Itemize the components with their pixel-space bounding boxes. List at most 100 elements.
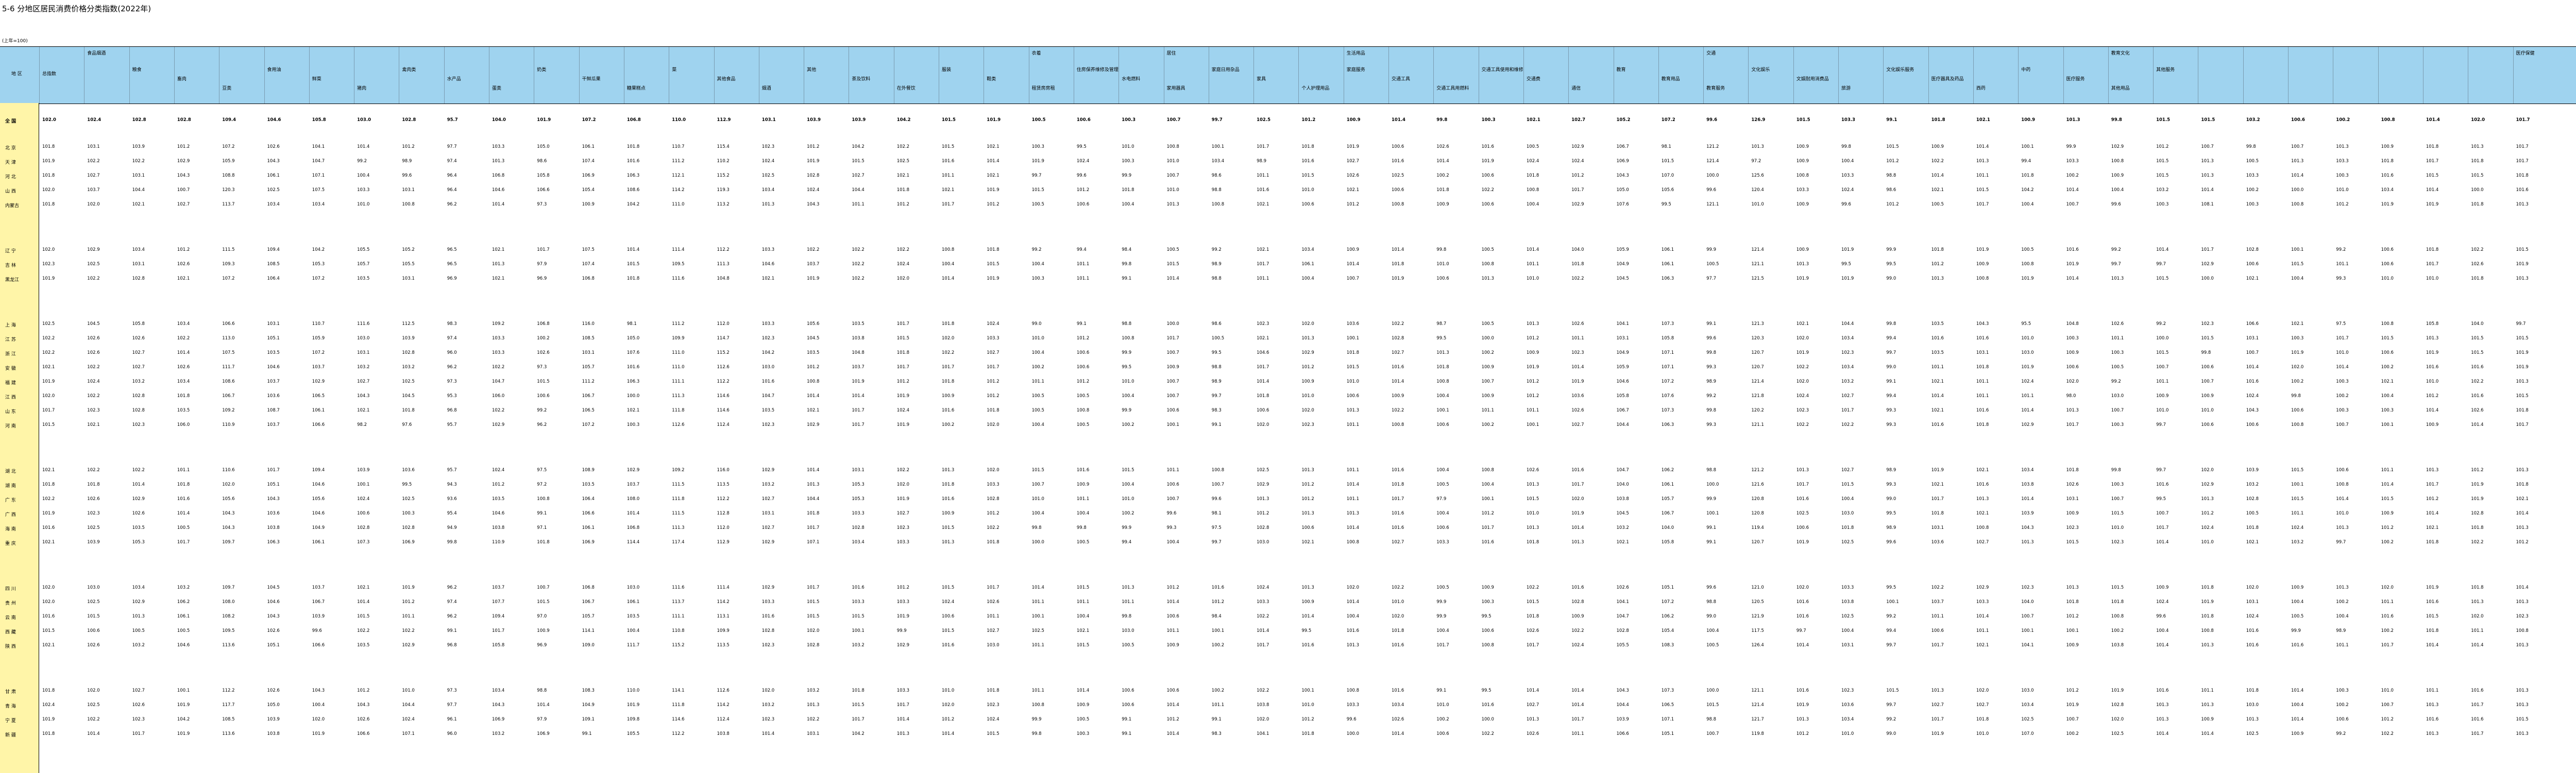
table-cell: 101.2 — [2066, 688, 2079, 693]
table-cell: 102.1 — [1796, 321, 1809, 327]
table-cell: 101.4 — [807, 468, 820, 473]
table-cell: 101.1 — [2426, 688, 2439, 693]
table-cell: 101.1 — [1211, 702, 1225, 708]
table-cell: 102.2 — [2471, 540, 2484, 545]
table-cell: 100.6 — [1166, 408, 1179, 413]
table-cell: 100.9 — [1346, 247, 1360, 252]
table-cell: 100.6 — [1122, 688, 1134, 693]
table-cell: 102.0 — [942, 702, 955, 708]
table-cell: 102.0 — [42, 393, 55, 399]
table-cell: 101.0 — [1031, 336, 1044, 341]
table-cell: 102.5 — [1031, 628, 1044, 633]
table-cell: 101.3 — [2516, 468, 2529, 473]
table-cell: 101.3 — [2516, 525, 2529, 530]
table-cell: 101.4 — [1257, 628, 1269, 633]
table-cell: 101.1 — [2336, 262, 2349, 267]
table-cell: 101.8 — [177, 393, 190, 399]
table-cell: 100.8 — [1481, 643, 1494, 648]
table-cell: 100.7 — [1031, 482, 1044, 487]
table-cell: 102.2 — [1841, 422, 1854, 427]
table-cell: 101.7 — [1166, 336, 1179, 341]
table-cell: 102.9 — [132, 496, 145, 502]
table-cell: 101.5 — [1526, 496, 1539, 502]
table-cell: 100.7 — [537, 585, 550, 590]
header-column — [1478, 47, 1523, 104]
header-sublabel: 禽肉类 — [402, 67, 416, 73]
header-column — [2288, 47, 2333, 104]
table-cell: 117.5 — [1751, 628, 1764, 633]
table-cell: 114.6 — [717, 393, 730, 399]
table-cell: 101.2 — [1301, 482, 1314, 487]
header-sublabel: 家庭日用杂品 — [1211, 67, 1240, 73]
table-cell: 101.2 — [177, 247, 190, 252]
table-cell: 93.6 — [447, 496, 457, 502]
table-cell: 103.3 — [1841, 585, 1854, 590]
header-sublabel: 教育服务 — [1706, 86, 1725, 91]
table-cell: 100.3 — [2336, 173, 2349, 178]
header-sublabel: 干鲜瓜果 — [582, 77, 601, 82]
table-cell: 101.4 — [2156, 643, 2169, 648]
table-cell: 102.0 — [1976, 688, 1989, 693]
region-label: 西 藏 — [5, 630, 16, 635]
table-cell: 101.4 — [1976, 144, 1989, 149]
table-cell: 111.4 — [672, 247, 685, 252]
table-cell: 103.3 — [852, 599, 865, 605]
table-cell: 96.2 — [447, 585, 457, 590]
table-cell: 99.9 — [1436, 599, 1447, 605]
table-cell: 102.5 — [402, 379, 415, 384]
table-cell: 103.0 — [357, 336, 370, 341]
table-cell: 99.4 — [1886, 393, 1896, 399]
table-cell: 99.6 — [1706, 187, 1717, 193]
table-cell: 99.8 — [2111, 117, 2122, 123]
table-cell: 100.5 — [1076, 393, 1090, 399]
table-cell: 102.4 — [402, 717, 415, 722]
header-column — [2063, 47, 2108, 104]
table-cell: 102.4 — [2201, 525, 2214, 530]
table-cell: 100.1 — [1706, 511, 1719, 516]
table-cell: 112.2 — [717, 496, 730, 502]
table-cell: 104.0 — [1571, 247, 1584, 252]
table-cell: 101.8 — [2111, 599, 2124, 605]
table-cell: 101.8 — [177, 482, 190, 487]
table-cell: 101.9 — [896, 614, 910, 619]
table-cell: 101.7 — [537, 247, 550, 252]
table-cell: 106.2 — [177, 599, 190, 605]
table-cell: 102.6 — [267, 688, 280, 693]
table-cell: 101.5 — [2291, 468, 2304, 473]
table-cell: 105.8 — [492, 643, 505, 648]
table-cell: 100.4 — [1031, 262, 1044, 267]
table-cell: 101.0 — [1841, 731, 1854, 736]
table-cell: 101.2 — [1301, 365, 1314, 370]
table-cell: 101.8 — [42, 688, 55, 693]
table-cell: 102.4 — [2156, 599, 2169, 605]
table-cell: 100.9 — [2201, 717, 2214, 722]
table-cell: 101.6 — [942, 643, 955, 648]
table-cell: 101.6 — [2066, 247, 2079, 252]
table-cell: 112.9 — [717, 540, 730, 545]
table-cell: 109.7 — [222, 540, 235, 545]
table-cell: 104.4 — [402, 702, 415, 708]
table-cell: 102.2 — [852, 247, 865, 252]
table-cell: 101.9 — [177, 731, 190, 736]
table-cell: 99.8 — [1436, 117, 1448, 123]
table-cell: 101.4 — [2336, 496, 2349, 502]
table-cell: 101.1 — [1526, 408, 1539, 413]
table-cell: 97.9 — [1436, 496, 1447, 502]
table-cell: 102.2 — [177, 336, 190, 341]
table-cell: 100.5 — [2291, 614, 2304, 619]
table-cell: 97.9 — [537, 717, 547, 722]
table-cell: 101.4 — [1571, 365, 1584, 370]
table-cell: 105.1 — [267, 482, 280, 487]
table-cell: 102.8 — [761, 628, 775, 633]
table-cell: 101.4 — [2201, 187, 2214, 193]
table-cell: 101.3 — [2336, 525, 2349, 530]
table-cell: 105.8 — [1616, 393, 1629, 399]
table-cell: 101.7 — [1931, 496, 1944, 502]
table-cell: 114.2 — [717, 702, 730, 708]
table-cell: 100.8 — [1392, 422, 1404, 427]
table-cell: 100.8 — [402, 202, 415, 207]
table-cell: 102.3 — [87, 408, 100, 413]
table-cell: 98.3 — [447, 321, 457, 327]
table-cell: 102.9 — [761, 468, 775, 473]
table-cell: 103.5 — [177, 408, 190, 413]
